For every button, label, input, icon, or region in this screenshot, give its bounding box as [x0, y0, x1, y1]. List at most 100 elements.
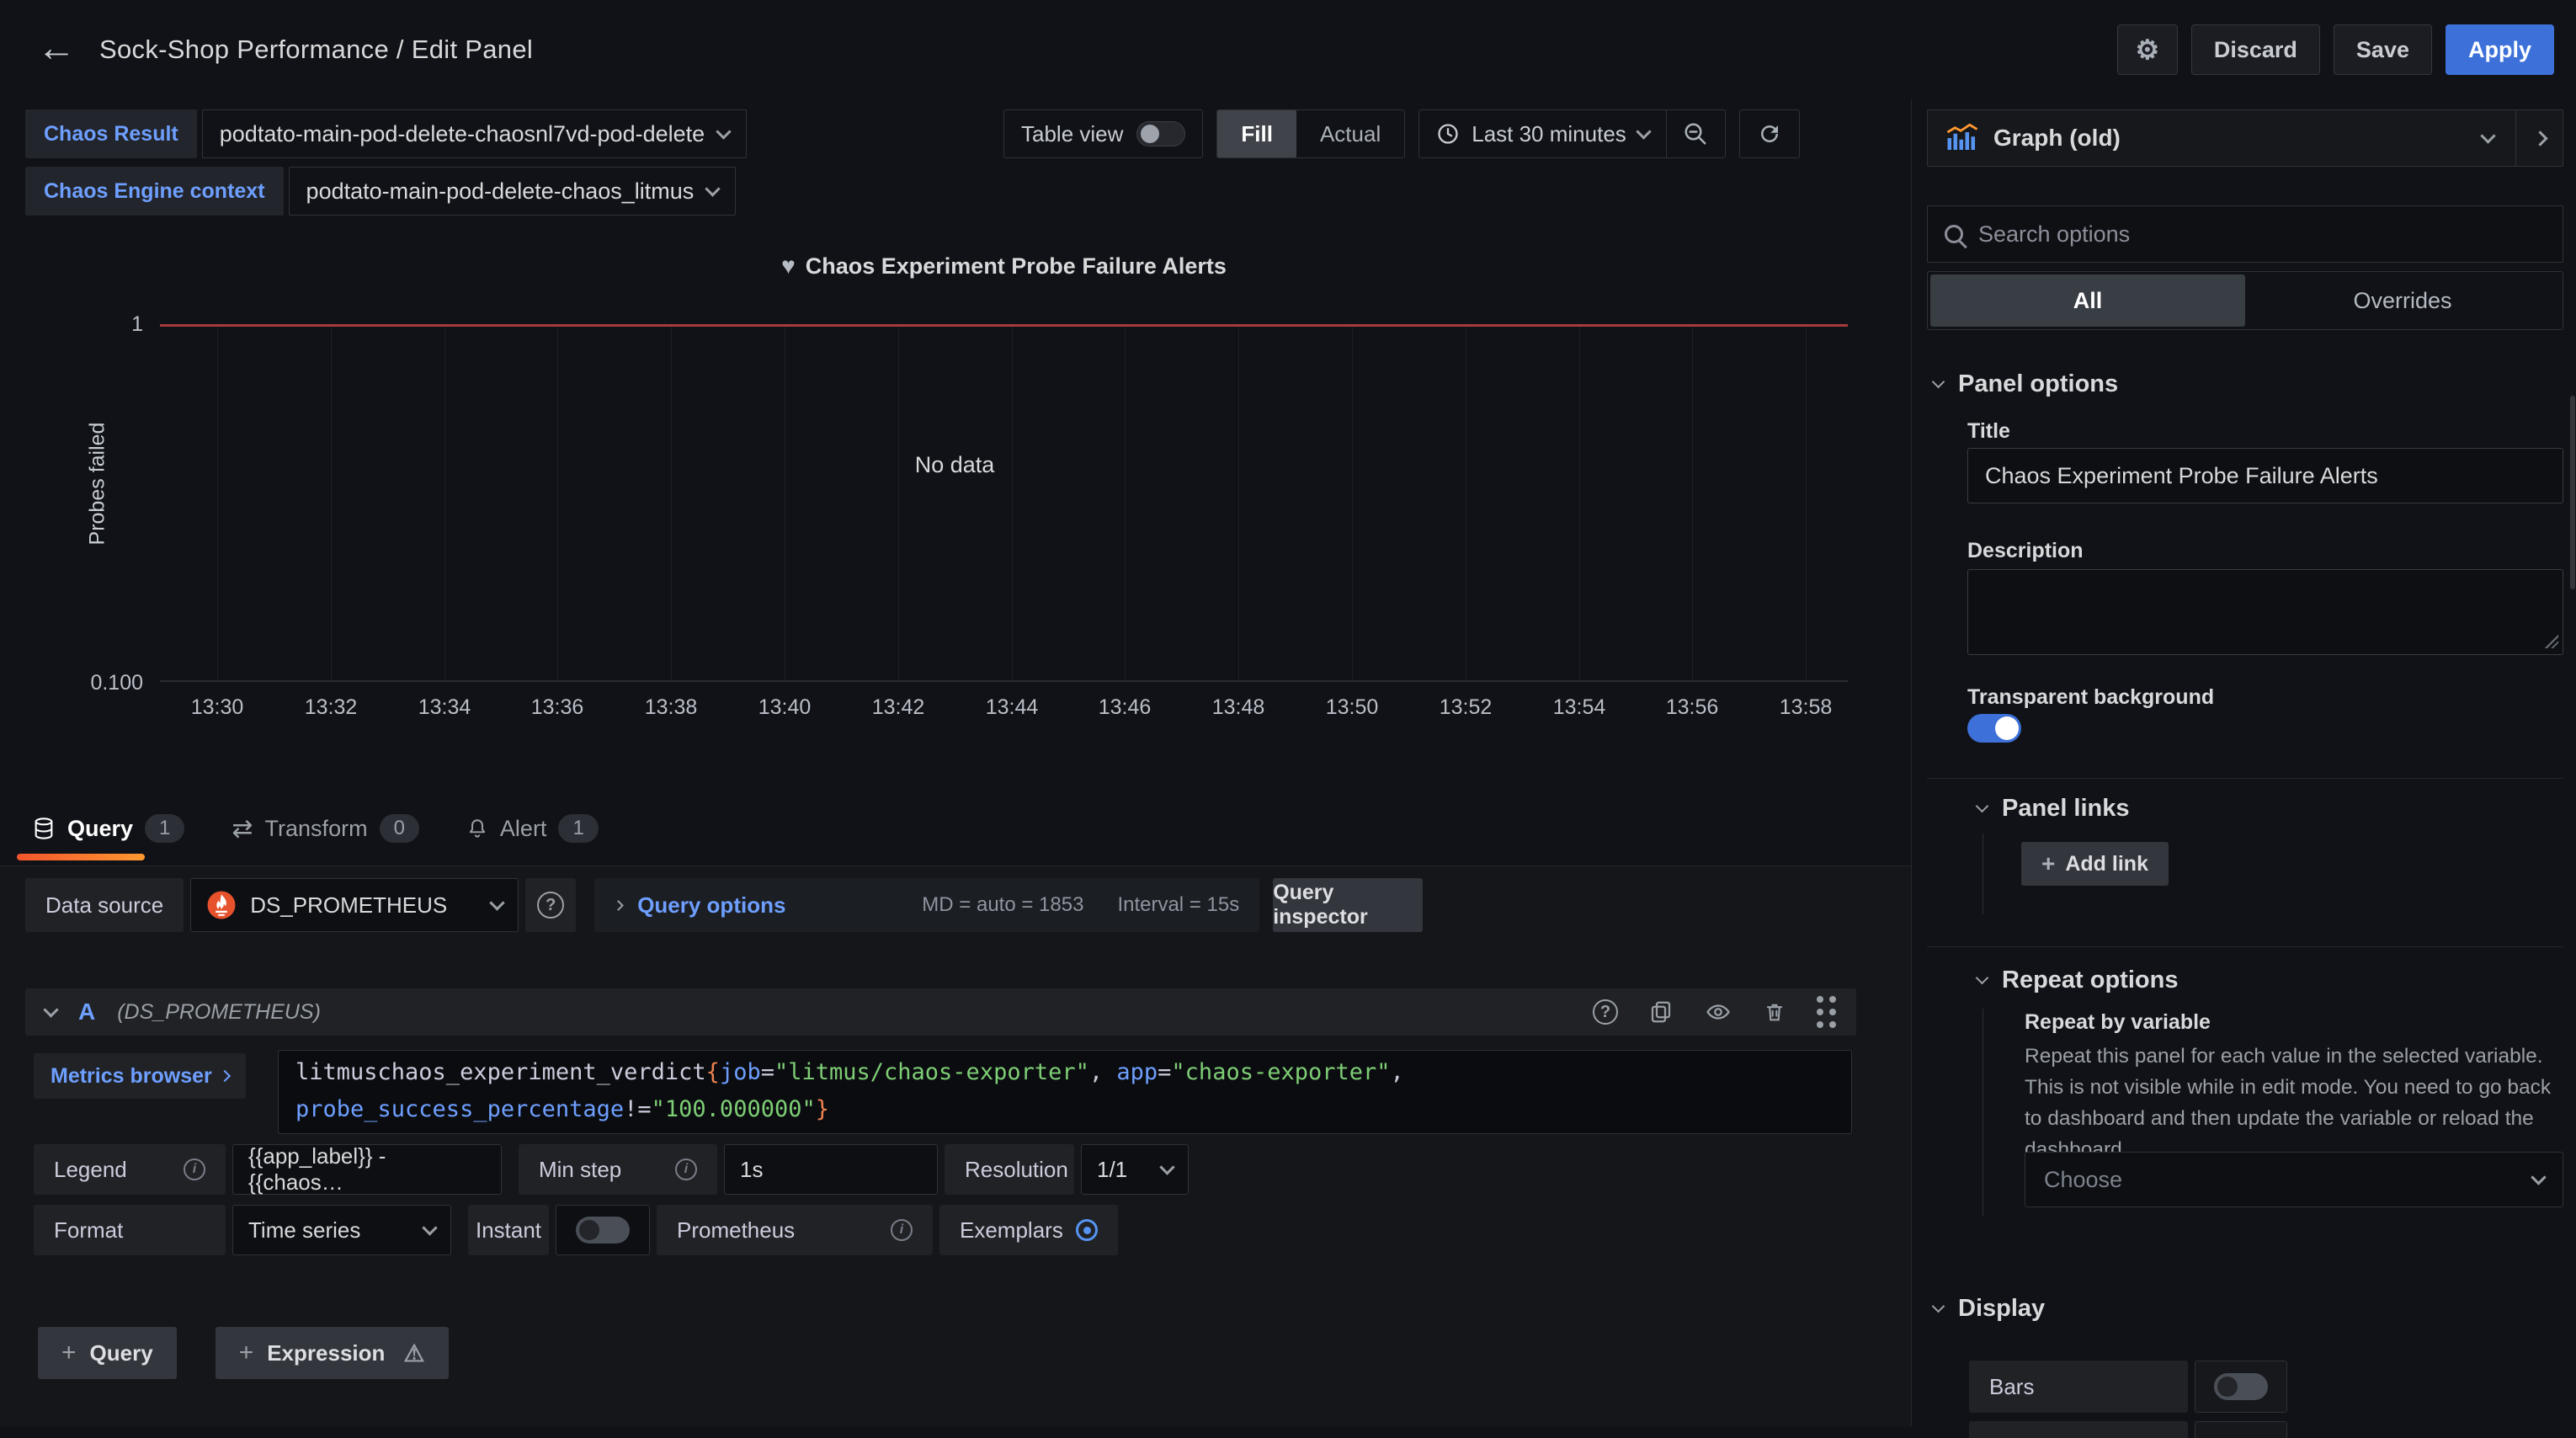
x-axis-tick: 13:38: [645, 695, 698, 720]
gridline: [1692, 324, 1693, 680]
section-divider: [1927, 778, 2563, 779]
tab-all[interactable]: All: [1930, 274, 2245, 327]
datasource-label: Data source: [25, 878, 184, 932]
tab-transform-count: 0: [380, 814, 419, 843]
variable-value-dropdown[interactable]: podtato-main-pod-delete-chaos_litmus: [289, 167, 737, 216]
options-filter-tabs: All Overrides: [1927, 271, 2563, 330]
repeat-variable-placeholder: Choose: [2044, 1167, 2122, 1193]
resolution-select[interactable]: 1/1: [1081, 1144, 1189, 1195]
eye-icon[interactable]: [1704, 999, 1732, 1025]
transparent-background-label: Transparent background: [1967, 685, 2214, 710]
chevron-down-icon: [1932, 375, 1945, 389]
table-view-label: Table view: [1021, 121, 1123, 147]
actual-option[interactable]: Actual: [1296, 110, 1404, 157]
refresh-button[interactable]: [1739, 109, 1800, 158]
tab-transform[interactable]: ⇄ Transform 0: [232, 814, 419, 844]
plus-icon: +: [61, 1339, 77, 1367]
collapse-sidebar-icon[interactable]: [2532, 130, 2547, 146]
panel-options-header[interactable]: Panel options: [1934, 370, 2118, 398]
exemplars-control[interactable]: Exemplars: [939, 1205, 1118, 1255]
table-view-control: Table view: [1003, 109, 1203, 158]
chart-plot-area[interactable]: No data: [160, 324, 1848, 682]
variable-value-dropdown[interactable]: podtato-main-pod-delete-chaosnl7vd-pod-d…: [202, 109, 747, 158]
query-options-bar[interactable]: Query options MD = auto = 1853 Interval …: [594, 878, 1259, 932]
repeat-variable-select[interactable]: Choose: [2025, 1152, 2563, 1207]
min-step-input[interactable]: 1s: [724, 1144, 938, 1195]
help-icon[interactable]: ?: [1593, 999, 1618, 1025]
time-range-button[interactable]: Last 30 minutes: [1419, 110, 1666, 157]
time-range-control: Last 30 minutes: [1418, 109, 1726, 158]
instant-toggle[interactable]: [576, 1217, 630, 1244]
no-data-message: No data: [915, 452, 995, 478]
active-tab-indicator: [17, 854, 145, 860]
resize-handle-icon[interactable]: [2545, 635, 2558, 648]
format-options-row: Format Time series Instant Prometheusi E…: [34, 1205, 1118, 1255]
refresh-icon: [1757, 121, 1782, 146]
drag-handle-icon[interactable]: [1817, 996, 1836, 1028]
header-actions: ⚙ Discard Save Apply: [2117, 24, 2554, 75]
info-icon: i: [675, 1158, 697, 1180]
fill-option[interactable]: Fill: [1217, 110, 1296, 157]
datasource-help-button[interactable]: ?: [525, 878, 576, 932]
tab-query-count: 1: [145, 814, 184, 843]
x-axis: 13:30 13:32 13:34 13:36 13:38 13:40 13:4…: [160, 695, 1848, 724]
y-axis-tick: 0.100: [59, 671, 143, 695]
format-select[interactable]: Time series: [232, 1205, 451, 1255]
zoom-out-button[interactable]: [1666, 110, 1725, 157]
panel-description-textarea[interactable]: [1967, 569, 2563, 655]
plus-icon: +: [2041, 850, 2055, 877]
chevron-down-icon: [2480, 128, 2495, 143]
gridline: [331, 324, 332, 680]
tab-overrides[interactable]: Overrides: [2245, 274, 2560, 327]
plus-icon: +: [239, 1339, 254, 1367]
back-arrow-icon[interactable]: ←: [37, 24, 76, 70]
x-axis-tick: 13:58: [1780, 695, 1833, 720]
gridline: [1579, 324, 1580, 680]
gridline: [217, 324, 218, 680]
add-query-button[interactable]: + Query: [38, 1327, 177, 1379]
bars-toggle[interactable]: [2214, 1373, 2268, 1400]
metrics-browser-button[interactable]: Metrics browser: [34, 1053, 246, 1099]
sidebar-scrollbar[interactable]: [2570, 396, 2575, 589]
bars-toggle-container: [2195, 1361, 2287, 1413]
variable-label: Chaos Engine context: [25, 167, 284, 216]
discard-button[interactable]: Discard: [2191, 24, 2320, 75]
clipped-label: [1969, 1421, 2188, 1438]
x-axis-tick: 13:44: [986, 695, 1039, 720]
duplicate-icon[interactable]: [1648, 999, 1674, 1025]
x-axis-tick: 13:54: [1553, 695, 1606, 720]
tab-alert[interactable]: Alert 1: [466, 814, 599, 843]
panel-links-header[interactable]: Panel links: [1977, 795, 2130, 823]
display-header[interactable]: Display: [1934, 1295, 2045, 1323]
interval-stat: Interval = 15s: [1117, 893, 1239, 917]
clipped-option-row: [1969, 1421, 2287, 1438]
promql-expression-input[interactable]: litmuschaos_experiment_verdict{job="litm…: [278, 1050, 1852, 1134]
query-inspector-button[interactable]: Query inspector: [1273, 878, 1423, 932]
apply-button[interactable]: Apply: [2446, 24, 2554, 75]
chevron-right-icon: [613, 900, 624, 911]
panel-title: ♥Chaos Experiment Probe Failure Alerts: [160, 253, 1848, 280]
datasource-picker[interactable]: DS_PROMETHEUS: [190, 878, 519, 932]
tab-query-label: Query: [67, 816, 133, 842]
heart-icon: ♥: [781, 253, 796, 279]
trash-icon[interactable]: [1763, 999, 1786, 1025]
format-label: Format: [34, 1205, 226, 1255]
query-row-header[interactable]: A (DS_PROMETHEUS) ?: [25, 988, 1856, 1036]
bell-icon: [466, 817, 488, 840]
panel-settings-button[interactable]: ⚙: [2117, 24, 2178, 75]
tab-query[interactable]: Query 1: [32, 814, 184, 843]
chevron-down-icon: [1159, 1159, 1174, 1174]
add-link-button[interactable]: + Add link: [2021, 842, 2169, 886]
divider: [2515, 110, 2516, 166]
table-view-toggle[interactable]: [1136, 121, 1185, 146]
options-search[interactable]: Search options: [1927, 205, 2563, 263]
panel-title-input[interactable]: [1967, 448, 2563, 503]
transparent-background-toggle[interactable]: [1967, 714, 2021, 743]
legend-format-input[interactable]: {{app_label}} - {{chaos…: [232, 1144, 502, 1195]
visualization-picker[interactable]: Graph (old): [1927, 109, 2563, 167]
transform-icon: ⇄: [232, 814, 253, 844]
add-expression-button[interactable]: + Expression ⚠: [216, 1327, 449, 1379]
save-button[interactable]: Save: [2334, 24, 2432, 75]
repeat-options-header[interactable]: Repeat options: [1977, 967, 2178, 994]
chevron-down-icon: [1636, 124, 1651, 139]
